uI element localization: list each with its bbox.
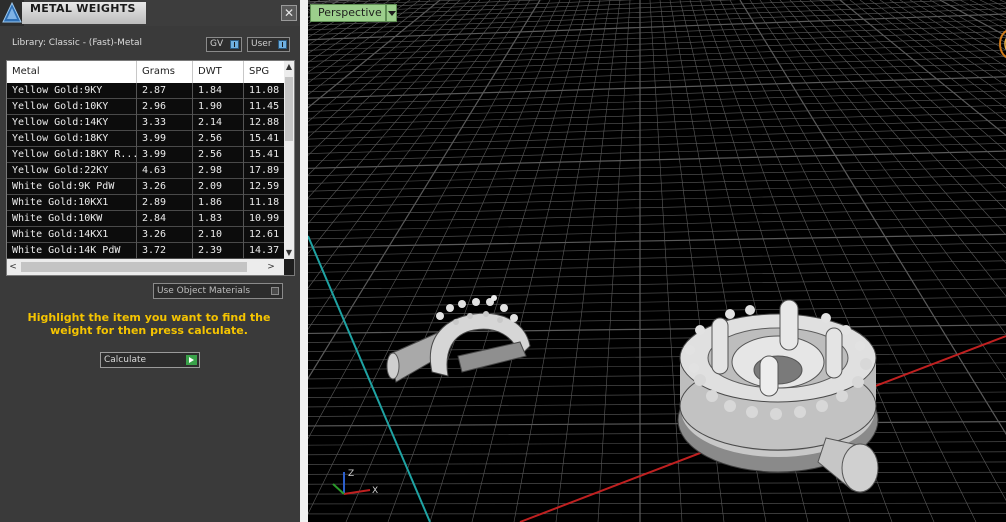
table-cell: 11.45 xyxy=(249,101,280,112)
table-cell: Yellow Gold:22KY xyxy=(7,163,137,179)
column-header-metal[interactable]: Metal xyxy=(7,61,137,83)
use-object-materials-toggle[interactable]: Use Object Materials xyxy=(153,283,283,299)
table-cell: 3.33 xyxy=(137,115,193,131)
gv-toggle-label: GV xyxy=(210,39,224,49)
table-row[interactable]: Yellow Gold:18KY 3.99 2.56 15.41 xyxy=(7,131,284,147)
table-row[interactable]: Yellow Gold:14KY 3.33 2.14 12.88 xyxy=(7,115,284,131)
table-cell: 17.89 xyxy=(249,165,280,176)
horizontal-scrollbar[interactable]: < > xyxy=(7,259,284,275)
axis-label-x: X xyxy=(372,486,378,496)
table-cell: 15.41 xyxy=(249,133,280,144)
table-cell: 3.26 xyxy=(137,227,193,243)
metal-weights-panel: METAL WEIGHTS ✕ Library: Classic - (Fast… xyxy=(0,0,300,522)
table-row[interactable]: White Gold:10KW 2.84 1.83 10.99 xyxy=(7,211,284,227)
table-body: Yellow Gold:9KY 2.87 1.84 11.08 Yellow Gold:… xyxy=(7,83,284,259)
table-row[interactable]: Yellow Gold:22KY 4.63 2.98 17.89 xyxy=(7,163,284,179)
app-logo-icon xyxy=(0,0,24,26)
column-header-grams[interactable]: Grams xyxy=(137,61,193,83)
table-cell: Yellow Gold:9KY xyxy=(7,83,137,99)
view-mode-tab[interactable]: Perspective xyxy=(310,4,386,22)
calculate-label: Calculate xyxy=(104,355,147,365)
table-cell: Yellow Gold:14KY xyxy=(7,115,137,131)
table-cell: 11.08 xyxy=(249,85,280,96)
table-cell: 3.99 xyxy=(137,131,193,147)
table-cell: 2.98 xyxy=(193,163,244,179)
table-cell: 14.37 xyxy=(249,245,280,256)
table-row[interactable]: White Gold:9K PdW 3.26 2.09 12.59 xyxy=(7,179,284,195)
table-row[interactable]: White Gold:14K PdW 3.72 2.39 14.37 xyxy=(7,243,284,259)
table-cell: 15.41 xyxy=(249,149,280,160)
play-arrow-icon xyxy=(186,355,197,365)
viewport-scene: Z X xyxy=(308,0,1006,522)
title-bar[interactable]: METAL WEIGHTS ✕ xyxy=(0,0,300,26)
table-cell: Yellow Gold:10KY xyxy=(7,99,137,115)
view-dropdown-icon[interactable] xyxy=(386,4,397,22)
table-cell: 10.99 xyxy=(249,213,280,224)
ring-model-small[interactable] xyxy=(386,295,531,383)
table-cell: 2.56 xyxy=(193,147,244,163)
table-cell: 3.72 xyxy=(137,243,193,259)
table-cell: 2.10 xyxy=(193,227,244,243)
table-cell: 2.89 xyxy=(137,195,193,211)
vertical-scroll-thumb[interactable] xyxy=(285,77,293,141)
user-toggle-label: User xyxy=(251,39,272,49)
table-cell: 2.96 xyxy=(137,99,193,115)
3d-viewport[interactable]: Z X xyxy=(308,0,1006,522)
scroll-down-icon[interactable]: ▼ xyxy=(284,247,294,259)
table-cell: 12.59 xyxy=(249,181,280,192)
table-row[interactable]: White Gold:14KX1 3.26 2.10 12.61 xyxy=(7,227,284,243)
table-cell: 2.56 xyxy=(193,131,244,147)
table-cell: 2.14 xyxy=(193,115,244,131)
toggle-knob-icon xyxy=(230,40,239,49)
column-header-spg[interactable]: SPG xyxy=(244,61,284,83)
toggle-knob-icon xyxy=(278,40,287,49)
table-cell: 1.84 xyxy=(193,83,244,99)
table-cell: Yellow Gold:18KY R... xyxy=(7,147,137,163)
table-cell: 1.86 xyxy=(193,195,244,211)
calculate-button[interactable]: Calculate xyxy=(100,352,200,368)
table-cell: Yellow Gold:18KY xyxy=(7,131,137,147)
table-cell: White Gold:10KW xyxy=(7,211,137,227)
scroll-left-icon[interactable]: < xyxy=(7,259,19,275)
table-cell: 4.63 xyxy=(137,163,193,179)
column-header-dwt[interactable]: DWT xyxy=(193,61,244,83)
checkbox-icon xyxy=(271,287,279,295)
use-object-materials-label: Use Object Materials xyxy=(157,286,251,296)
table-row[interactable]: Yellow Gold:18KY R... 3.99 2.56 15.41 xyxy=(7,147,284,163)
table-cell: 11.18 xyxy=(249,197,280,208)
window-title: METAL WEIGHTS xyxy=(30,2,136,15)
table-cell: 2.09 xyxy=(193,179,244,195)
table-cell: 2.39 xyxy=(193,243,244,259)
table-cell: 2.87 xyxy=(137,83,193,99)
metal-table: Metal Grams DWT SPG Yellow Gold:9KY 2.87 1… xyxy=(6,60,295,276)
table-cell: White Gold:14K PdW xyxy=(7,243,137,259)
table-cell: 1.90 xyxy=(193,99,244,115)
table-cell: 12.61 xyxy=(249,229,280,240)
table-cell: 3.26 xyxy=(137,179,193,195)
table-cell: White Gold:14KX1 xyxy=(7,227,137,243)
vertical-scrollbar[interactable]: ▲ ▼ xyxy=(284,61,294,259)
table-row[interactable]: White Gold:10KX1 2.89 1.86 11.18 xyxy=(7,195,284,211)
library-label: Library: Classic - (Fast)-Metal xyxy=(12,38,143,48)
panel-divider[interactable] xyxy=(300,0,308,522)
scroll-right-icon[interactable]: > xyxy=(265,259,277,275)
table-row[interactable]: Yellow Gold:9KY 2.87 1.84 11.08 xyxy=(7,83,284,99)
table-cell: White Gold:9K PdW xyxy=(7,179,137,195)
horizontal-scroll-thumb[interactable] xyxy=(21,262,247,272)
instruction-text: Highlight the item you want to find the … xyxy=(27,311,271,337)
gv-toggle[interactable]: GV xyxy=(206,37,242,52)
table-cell: 3.99 xyxy=(137,147,193,163)
axis-label-z: Z xyxy=(348,469,354,479)
table-header: Metal Grams DWT SPG xyxy=(7,61,284,83)
ground-grid xyxy=(308,0,1006,522)
user-toggle[interactable]: User xyxy=(247,37,290,52)
table-cell: 2.84 xyxy=(137,211,193,227)
table-cell: White Gold:10KX1 xyxy=(7,195,137,211)
axis-gizmo: Z X xyxy=(332,469,378,496)
table-cell: 12.88 xyxy=(249,117,280,128)
close-button[interactable]: ✕ xyxy=(281,5,297,21)
table-cell: 1.83 xyxy=(193,211,244,227)
table-row[interactable]: Yellow Gold:10KY 2.96 1.90 11.45 xyxy=(7,99,284,115)
scroll-up-icon[interactable]: ▲ xyxy=(284,61,294,73)
